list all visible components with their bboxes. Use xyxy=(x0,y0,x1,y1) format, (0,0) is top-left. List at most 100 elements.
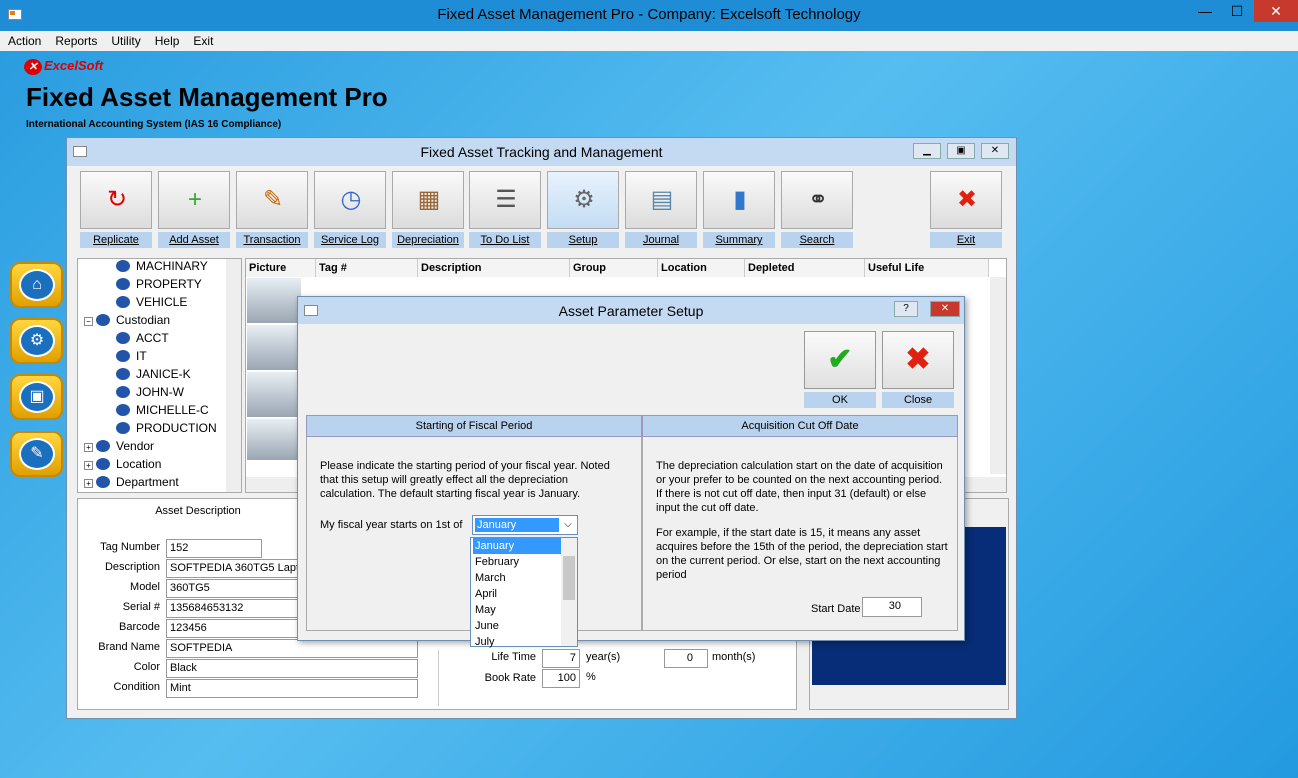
toolbar-transaction-button[interactable]: ✎ xyxy=(236,171,308,229)
toolbar-label[interactable]: Summary xyxy=(703,232,775,248)
gear-icon: ⚙ xyxy=(19,325,55,357)
close-button[interactable]: ✕ xyxy=(1254,0,1298,22)
toolbar-label[interactable]: Depreciation xyxy=(392,232,464,248)
field-value-input[interactable]: SOFTPEDIA xyxy=(166,639,418,658)
tree-item[interactable]: + Vendor xyxy=(84,439,154,453)
minimize-button[interactable]: — xyxy=(1190,0,1220,22)
toolbar-summary-button[interactable]: ▮ xyxy=(703,171,775,229)
menu-reports[interactable]: Reports xyxy=(47,31,103,48)
toolbar-label[interactable]: Journal xyxy=(625,232,697,248)
toolbar-service-log-button[interactable]: ◷ xyxy=(314,171,386,229)
month-option[interactable]: February xyxy=(473,554,561,570)
tree-scrollbar[interactable] xyxy=(226,259,241,492)
month-option[interactable]: July xyxy=(473,634,561,650)
toolbar-setup-button[interactable]: ⚙ xyxy=(547,171,619,229)
toolbar-exit-button[interactable]: ✖ xyxy=(930,171,1002,229)
chevron-down-icon[interactable]: ⌵ xyxy=(560,517,576,533)
field-value-input[interactable]: 123456 xyxy=(166,619,298,638)
col-depleted[interactable]: Depleted xyxy=(745,259,865,277)
toolbar-replicate-button[interactable]: ↻ xyxy=(80,171,152,229)
month-option[interactable]: June xyxy=(473,618,561,634)
fiscal-month-select[interactable]: January ⌵ xyxy=(472,515,578,535)
dropdown-scrollbar[interactable] xyxy=(561,538,577,646)
toolbar-journal-button[interactable]: ▤ xyxy=(625,171,697,229)
col-picture[interactable]: Picture xyxy=(246,259,316,277)
col-description[interactable]: Description xyxy=(418,259,570,277)
col-useful-life[interactable]: Useful Life xyxy=(865,259,989,277)
menu-exit[interactable]: Exit xyxy=(185,31,219,48)
life-time-input[interactable]: 7 xyxy=(542,649,580,668)
main-close-button[interactable]: ✕ xyxy=(981,143,1009,159)
field-value-input[interactable]: 152 xyxy=(166,539,262,558)
toolbar-label[interactable]: Service Log xyxy=(314,232,386,248)
tree-item[interactable]: ACCT xyxy=(116,331,169,345)
tree-item[interactable]: JANICE-K xyxy=(116,367,191,381)
close-dialog-button[interactable]: ✖ xyxy=(882,331,954,389)
expand-icon[interactable]: − xyxy=(84,317,93,326)
dialog-close-button[interactable]: ✕ xyxy=(930,301,960,317)
toolbar-label[interactable]: Add Asset xyxy=(158,232,230,248)
field-value-input[interactable]: 135684653132 xyxy=(166,599,298,618)
months-stepper[interactable]: 0 xyxy=(664,649,708,668)
toolbar-label[interactable]: Replicate xyxy=(80,232,152,248)
menu-action[interactable]: Action xyxy=(0,31,47,48)
scroll-thumb[interactable] xyxy=(563,556,575,600)
main-restore-button[interactable]: ▣ xyxy=(947,143,975,159)
expand-icon[interactable]: + xyxy=(84,461,93,470)
depreciation-icon: ▦ xyxy=(417,186,441,213)
ok-label[interactable]: OK xyxy=(804,392,876,408)
tree-item[interactable]: MACHINARY xyxy=(116,259,208,273)
side-settings-button[interactable]: ⚙ xyxy=(10,318,63,364)
month-option[interactable]: January xyxy=(473,538,561,554)
menu-utility[interactable]: Utility xyxy=(103,31,146,48)
expand-icon[interactable]: + xyxy=(84,479,93,488)
toolbar-label[interactable]: Transaction xyxy=(236,232,308,248)
toolbar-search-button[interactable]: ⚭ xyxy=(781,171,853,229)
maximize-button[interactable]: ☐ xyxy=(1222,0,1252,22)
menu-help[interactable]: Help xyxy=(147,31,186,48)
toolbar-depreciation-button[interactable]: ▦ xyxy=(392,171,464,229)
toolbar-todo-list-button[interactable]: ☰ xyxy=(469,171,541,229)
field-value-input[interactable]: 360TG5 xyxy=(166,579,298,598)
field-value-input[interactable]: Black xyxy=(166,659,418,678)
col-location[interactable]: Location xyxy=(658,259,745,277)
month-option[interactable]: April xyxy=(473,586,561,602)
col-group[interactable]: Group xyxy=(570,259,658,277)
month-option[interactable]: March xyxy=(473,570,561,586)
field-label: Tag Number xyxy=(100,541,160,553)
main-minimize-button[interactable]: ▁ xyxy=(913,143,941,159)
tree-item[interactable]: IT xyxy=(116,349,147,363)
side-tools-button[interactable]: ▣ xyxy=(10,374,63,420)
node-icon xyxy=(116,386,130,398)
tree-item[interactable]: + Department xyxy=(84,475,179,489)
tree-item[interactable]: + Location xyxy=(84,457,161,471)
grid-vscrollbar[interactable] xyxy=(990,277,1006,474)
month-dropdown-list[interactable]: January February March April May June July xyxy=(470,537,578,650)
toolbar-label[interactable]: Search xyxy=(781,232,853,248)
side-edit-button[interactable]: ✎ xyxy=(10,431,63,477)
tree-item[interactable]: VEHICLE xyxy=(116,295,187,309)
tree-item[interactable]: JOHN-W xyxy=(116,385,184,399)
book-rate-input[interactable]: 100 xyxy=(542,669,580,688)
asset-tree[interactable]: MACHINARY PROPERTY VEHICLE − Custodian ACCT IT… xyxy=(77,258,242,493)
toolbar-label[interactable]: Setup xyxy=(547,232,619,248)
fiscal-month-value: January xyxy=(475,518,559,532)
toolbar-add-asset-button[interactable]: + xyxy=(158,171,230,229)
tree-item[interactable]: MICHELLE-C xyxy=(116,403,209,417)
ok-button[interactable]: ✔ xyxy=(804,331,876,389)
tree-item[interactable]: − Custodian xyxy=(84,313,170,327)
tree-item[interactable]: PROPERTY xyxy=(116,277,202,291)
years-unit: year(s) xyxy=(586,651,621,663)
tree-item[interactable]: PRODUCTION xyxy=(116,421,217,435)
close-label[interactable]: Close xyxy=(882,392,954,408)
month-option[interactable]: May xyxy=(473,602,561,618)
col-tag[interactable]: Tag # xyxy=(316,259,418,277)
field-value-input[interactable]: SOFTPEDIA 360TG5 Laptop xyxy=(166,559,298,578)
toolbar-label[interactable]: Exit xyxy=(930,232,1002,248)
dialog-help-button[interactable]: ? xyxy=(894,301,918,317)
toolbar-label[interactable]: To Do List xyxy=(469,232,541,248)
field-value-input[interactable]: Mint xyxy=(166,679,418,698)
side-home-button[interactable]: ⌂ xyxy=(10,262,63,308)
start-date-stepper[interactable]: 30 xyxy=(862,597,922,617)
expand-icon[interactable]: + xyxy=(84,443,93,452)
